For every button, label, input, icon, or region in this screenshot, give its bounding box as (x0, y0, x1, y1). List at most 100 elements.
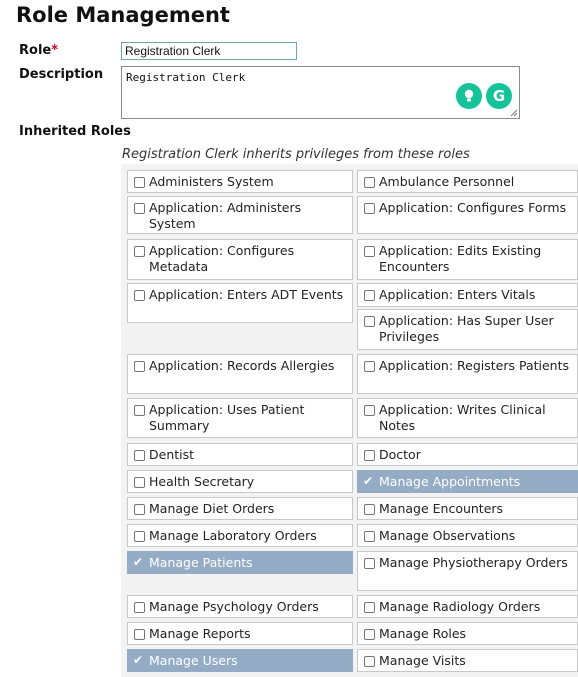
checkbox[interactable] (133, 652, 145, 668)
role-checkbox-item[interactable]: Application: Enters ADT Events (127, 283, 353, 323)
role-checkbox-item[interactable]: Manage Laboratory Orders (127, 524, 353, 547)
role-checkbox-label: Application: Configures Metadata (149, 243, 295, 274)
checkbox[interactable] (134, 450, 145, 461)
role-checkbox-label: Application: Edits Existing Encounters (379, 243, 542, 274)
role-checkbox-label: Manage Roles (379, 626, 467, 641)
role-checkbox-item[interactable]: Manage Reports (127, 622, 353, 645)
checkbox[interactable] (363, 473, 375, 489)
checkbox[interactable] (364, 290, 375, 301)
checkbox[interactable] (134, 405, 145, 416)
role-checkbox-label: Application: Uses Patient Summary (149, 402, 305, 433)
role-checkbox-label: Application: Configures Forms (379, 200, 567, 215)
role-checkbox-item[interactable]: Manage Visits (357, 649, 578, 672)
checkbox[interactable] (364, 246, 375, 257)
checkbox[interactable] (134, 629, 145, 640)
checkbox[interactable] (134, 177, 145, 188)
role-label-text: Role (19, 43, 52, 58)
role-checkbox-label: Administers System (149, 174, 274, 189)
role-checkbox-label: Application: Enters Vitals (379, 287, 536, 302)
checkbox[interactable] (134, 246, 145, 257)
role-checkbox-label: Manage Visits (379, 653, 466, 668)
role-checkbox-item[interactable]: Ambulance Personnel (357, 170, 578, 193)
role-label: Role* (19, 43, 58, 58)
role-checkbox-item[interactable]: Doctor (357, 443, 578, 466)
inherited-roles-grid: Administers System Ambulance Personnel A… (121, 164, 578, 677)
checkbox[interactable] (133, 554, 145, 570)
checkbox[interactable] (364, 629, 375, 640)
role-checkbox-item[interactable]: Application: Writes Clinical Notes (357, 398, 578, 438)
role-checkbox-item[interactable]: Application: Uses Patient Summary (127, 398, 353, 438)
role-checkbox-label: Application: Administers System (149, 200, 302, 231)
role-checkbox-item[interactable]: Application: Edits Existing Encounters (357, 239, 578, 280)
checkbox[interactable] (134, 290, 145, 301)
role-checkbox-label: Manage Observations (379, 528, 516, 543)
role-checkbox-label: Application: Has Super User Privileges (379, 313, 554, 344)
checkbox[interactable] (364, 656, 375, 667)
checkbox[interactable] (364, 405, 375, 416)
role-checkbox-item[interactable]: Application: Has Super User Privileges (357, 309, 578, 350)
page-title: Role Management (16, 3, 230, 27)
checkbox[interactable] (364, 316, 375, 327)
role-checkbox-item[interactable]: Manage Observations (357, 524, 578, 547)
role-checkbox-label: Manage Radiology Orders (379, 599, 541, 614)
role-checkbox-item[interactable]: Manage Patients (127, 551, 353, 574)
role-checkbox-label: Manage Diet Orders (149, 501, 275, 516)
role-checkbox-label: Manage Physiotherapy Orders (379, 555, 568, 570)
checkbox[interactable] (134, 203, 145, 214)
role-checkbox-item[interactable]: Manage Physiotherapy Orders (357, 551, 578, 591)
grammarly-widget: G (456, 83, 512, 109)
inherited-roles-label: Inherited Roles (19, 124, 131, 139)
checkbox[interactable] (364, 177, 375, 188)
role-checkbox-item[interactable]: Application: Configures Forms (357, 196, 578, 234)
role-checkbox-label: Manage Reports (149, 626, 251, 641)
role-checkbox-item[interactable]: Manage Users (127, 649, 353, 672)
role-checkbox-label: Doctor (379, 447, 421, 462)
role-checkbox-label: Manage Laboratory Orders (149, 528, 317, 543)
role-checkbox-item[interactable]: Manage Roles (357, 622, 578, 645)
role-checkbox-item[interactable]: Manage Appointments (357, 470, 578, 493)
role-checkbox-item[interactable]: Application: Enters Vitals (357, 283, 578, 307)
role-checkbox-label: Manage Patients (149, 555, 253, 570)
inherited-roles-subtitle: Registration Clerk inherits privileges f… (122, 147, 470, 162)
role-name-input[interactable] (121, 42, 297, 60)
checkbox[interactable] (364, 531, 375, 542)
role-checkbox-label: Dentist (149, 447, 195, 462)
description-textarea[interactable]: Registration Clerk G (121, 66, 520, 119)
role-checkbox-item[interactable]: Administers System (127, 170, 353, 193)
role-checkbox-label: Manage Psychology Orders (149, 599, 319, 614)
checkbox[interactable] (364, 361, 375, 372)
role-checkbox-item[interactable]: Manage Psychology Orders (127, 595, 353, 618)
role-checkbox-item[interactable]: Manage Encounters (357, 497, 578, 520)
description-text: Registration Clerk (126, 71, 246, 84)
role-checkbox-label: Application: Writes Clinical Notes (379, 402, 546, 433)
role-checkbox-label: Manage Appointments (379, 474, 521, 489)
role-checkbox-item[interactable]: Application: Registers Patients (357, 354, 578, 394)
role-checkbox-item[interactable]: Manage Radiology Orders (357, 595, 578, 618)
role-checkbox-item[interactable]: Application: Administers System (127, 196, 353, 234)
checkbox[interactable] (364, 504, 375, 515)
role-checkbox-item[interactable]: Dentist (127, 443, 353, 466)
required-mark: * (51, 43, 59, 58)
description-label: Description (19, 67, 104, 82)
role-checkbox-label: Manage Encounters (379, 501, 504, 516)
role-checkbox-item[interactable]: Health Secretary (127, 470, 353, 493)
checkbox[interactable] (364, 602, 375, 613)
checkbox[interactable] (364, 450, 375, 461)
resize-handle-icon[interactable] (510, 109, 518, 117)
role-checkbox-item[interactable]: Manage Diet Orders (127, 497, 353, 520)
role-checkbox-label: Health Secretary (149, 474, 255, 489)
checkbox[interactable] (134, 531, 145, 542)
checkbox[interactable] (134, 602, 145, 613)
checkbox[interactable] (134, 361, 145, 372)
role-checkbox-label: Application: Records Allergies (149, 358, 335, 373)
role-checkbox-label: Application: Enters ADT Events (149, 287, 344, 302)
checkbox[interactable] (134, 477, 145, 488)
checkbox[interactable] (134, 504, 145, 515)
role-checkbox-label: Ambulance Personnel (379, 174, 515, 189)
checkbox[interactable] (364, 203, 375, 214)
checkbox[interactable] (364, 558, 375, 569)
role-checkbox-item[interactable]: Application: Records Allergies (127, 354, 353, 394)
grammarly-g-icon[interactable]: G (486, 83, 512, 109)
lightbulb-icon[interactable] (456, 83, 482, 109)
role-checkbox-item[interactable]: Application: Configures Metadata (127, 239, 353, 280)
